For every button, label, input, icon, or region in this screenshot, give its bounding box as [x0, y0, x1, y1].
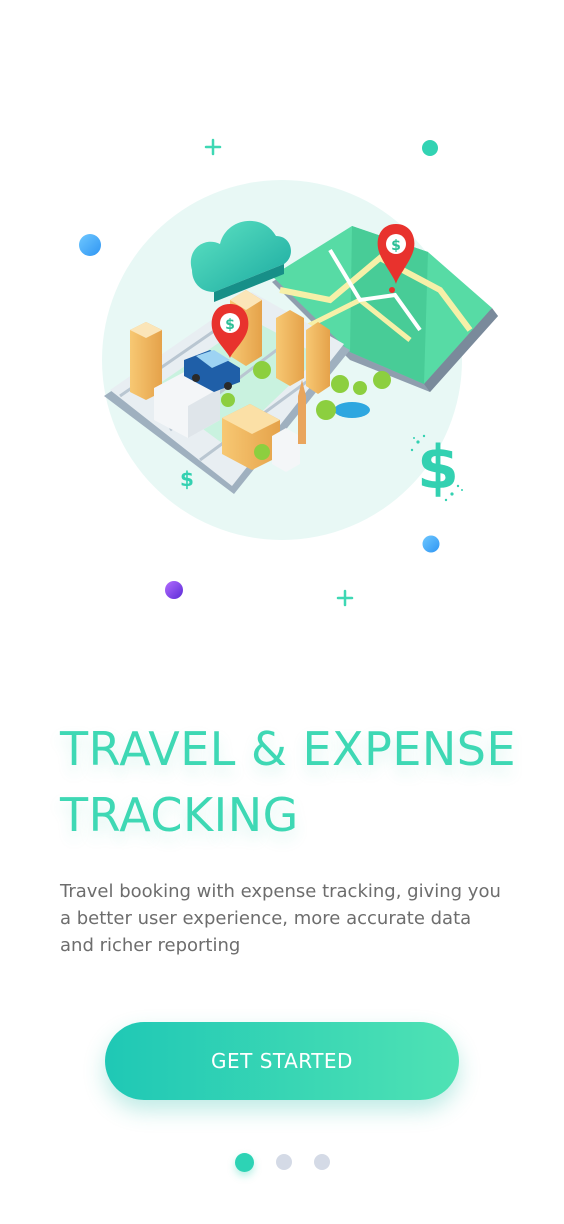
plus-icon [204, 138, 222, 156]
page-title: TRAVEL & EXPENSE TRACKING [60, 716, 530, 848]
decor-dot-blue [79, 234, 101, 256]
pagination-dot-1[interactable] [234, 1152, 254, 1172]
pagination-dot-2[interactable] [275, 1154, 292, 1170]
title-line-2: TRACKING [60, 788, 299, 842]
pagination-dots [0, 1152, 564, 1172]
svg-text:$: $ [391, 238, 401, 254]
svg-text:$: $ [225, 317, 235, 333]
dollar-sign-icon: $ [180, 467, 194, 491]
description-text: Travel booking with expense tracking, gi… [60, 881, 501, 956]
decor-dot-purple [165, 581, 183, 599]
get-started-button[interactable]: GET STARTED [105, 1022, 459, 1100]
pagination-dot-3[interactable] [313, 1154, 330, 1170]
title-line-1: TRAVEL & EXPENSE [60, 722, 517, 776]
dollar-sign-icon: $ [417, 433, 459, 503]
decor-dot-teal [422, 140, 438, 156]
decor-dot-blue [422, 535, 440, 553]
plus-icon [336, 589, 354, 607]
hero-illustration: $ $ $ $ [0, 0, 564, 640]
